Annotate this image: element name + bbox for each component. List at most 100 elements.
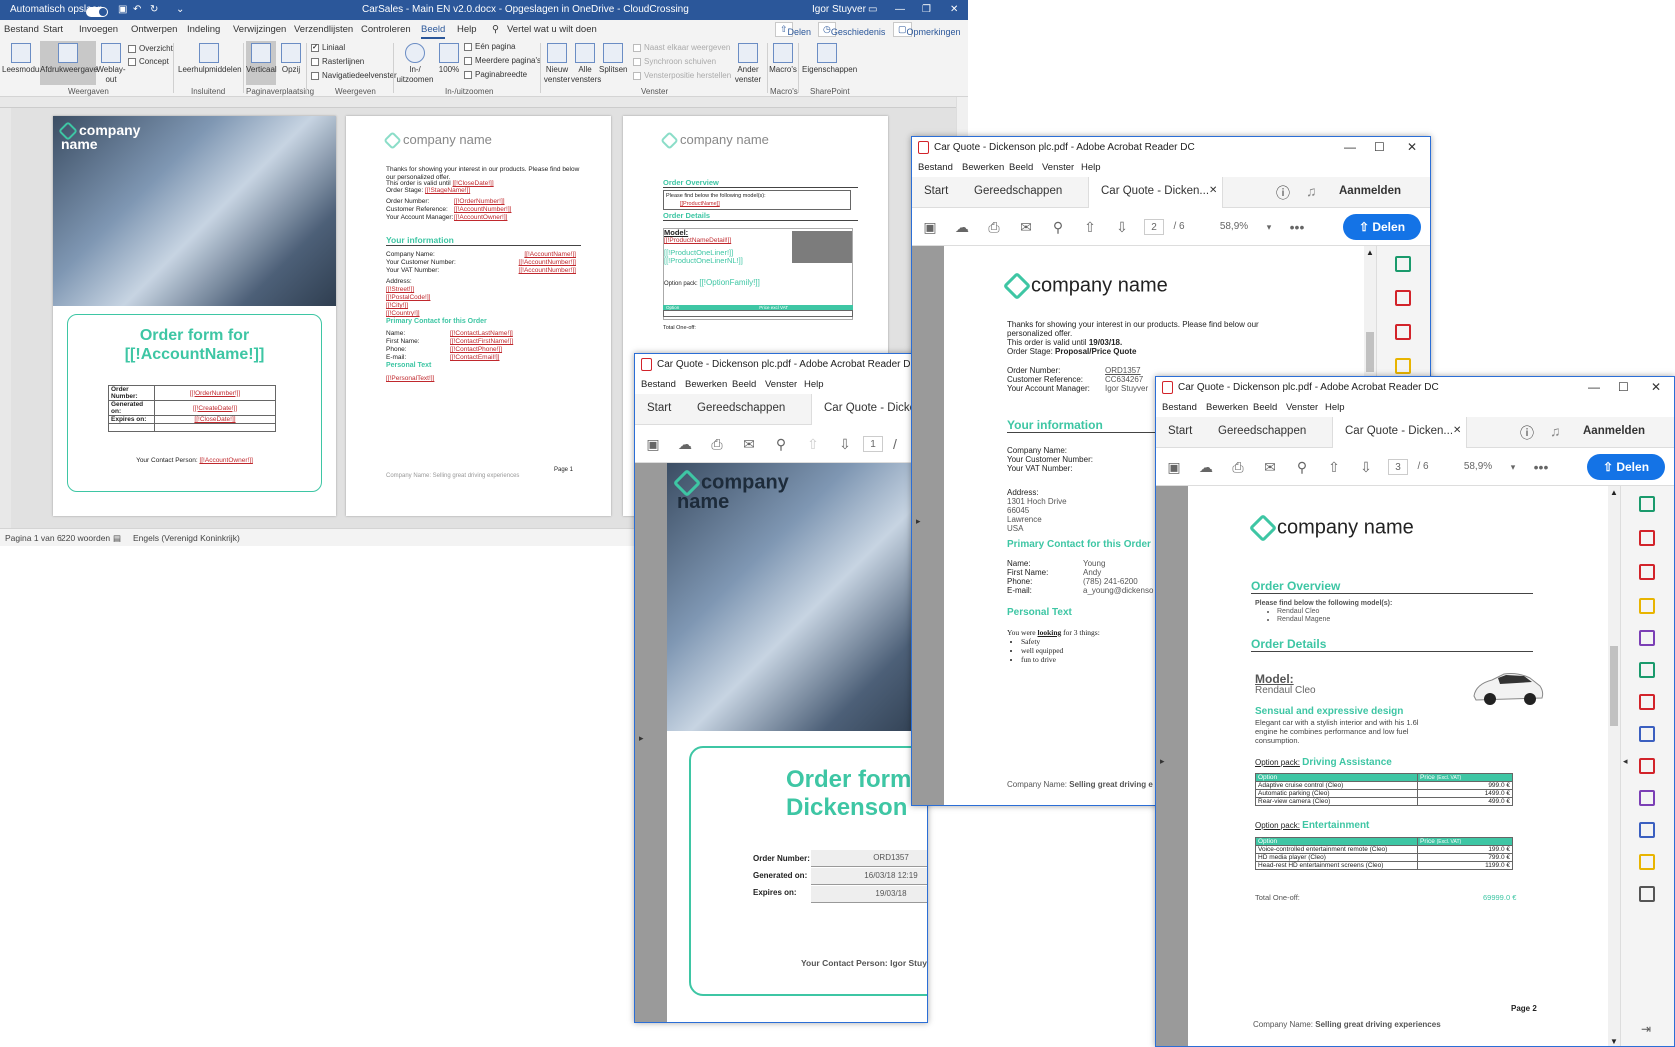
tab-tools[interactable]: Gereedschappen [974,185,1062,197]
upload-icon[interactable]: ☁ [1198,459,1214,475]
sign-in-button[interactable]: Aanmelden [1339,185,1401,197]
email-icon[interactable]: ✉ [741,436,757,452]
create-pdf-icon[interactable] [1395,290,1411,306]
share-button[interactable]: ⇧ Delen [1343,214,1421,240]
tab-tools[interactable]: Gereedschappen [1218,425,1306,437]
tab-beeld[interactable]: Beeld [421,24,446,39]
language[interactable]: Engels (Verenigd Koninkrijk) [133,533,240,543]
search-icon[interactable]: ⚲ [773,436,789,452]
print-icon[interactable]: ⎙ [986,219,1002,235]
tab-help[interactable]: Help [457,24,477,35]
search-icon[interactable]: ⚲ [1294,459,1310,475]
maximize-icon[interactable]: ☐ [1618,380,1629,394]
comment-icon[interactable] [1639,598,1655,614]
page-number-input[interactable]: 1 [863,436,883,452]
menu-help[interactable]: Help [1081,162,1101,173]
vertical-button[interactable]: Verticaal [246,41,277,85]
combine-files-icon[interactable] [1639,630,1655,646]
more-icon[interactable]: ••• [1289,219,1305,235]
bell-icon[interactable]: ♫ [1306,183,1317,199]
comments-button[interactable]: ▢ Opmerkingen [893,22,961,37]
menu-bestand[interactable]: Bestand [641,379,676,390]
tab-document[interactable]: Car Quote - Dicken... ✕ [1088,177,1223,208]
export-pdf-icon[interactable] [1639,496,1655,512]
export-pdf-icon[interactable] [1395,256,1411,272]
menu-beeld[interactable]: Beeld [1009,162,1033,173]
gridlines-checkbox[interactable]: Rasterlijnen [311,57,364,66]
rail-collapse-icon[interactable]: ◂ [1623,756,1628,767]
upload-icon[interactable]: ☁ [954,219,970,235]
menu-bewerken[interactable]: Bewerken [1206,402,1248,413]
page-number-input[interactable]: 3 [1388,459,1408,475]
zoom-button[interactable]: In-/uitzoomen [396,43,434,85]
menu-bewerken[interactable]: Bewerken [685,379,727,390]
proofing-icon[interactable]: ▤ [113,533,121,544]
navigation-pane-checkbox[interactable]: Navigatiedeelvenster [311,71,397,80]
acrobat3-scrollbar[interactable]: ▲ ▼ [1608,486,1620,1046]
menu-venster[interactable]: Venster [1042,162,1074,173]
edit-pdf-icon[interactable] [1639,662,1655,678]
menu-help[interactable]: Help [1325,402,1345,413]
compress-pdf-icon[interactable] [1639,758,1655,774]
tab-close-icon[interactable]: ✕ [1209,185,1217,196]
tab-close-icon[interactable]: ✕ [1453,425,1461,436]
organize-pages-icon[interactable] [1395,324,1411,340]
menu-bestand[interactable]: Bestand [1162,402,1197,413]
page-number-input[interactable]: 2 [1144,219,1164,235]
tab-invoegen[interactable]: Invoegen [79,24,118,35]
prev-page-icon[interactable]: ⇧ [1326,459,1342,475]
save-icon[interactable]: ▣ [645,436,661,452]
save-icon[interactable]: ▣ [922,219,938,235]
menu-bewerken[interactable]: Bewerken [962,162,1004,173]
send-for-review-icon[interactable] [1639,694,1655,710]
next-page-icon[interactable]: ⇩ [1358,459,1374,475]
properties-button[interactable]: Eigenschappen [802,43,857,75]
tab-tools[interactable]: Gereedschappen [697,402,785,414]
tab-start[interactable]: Start [647,402,671,414]
send-track-icon[interactable] [1639,854,1655,870]
next-page-icon[interactable]: ⇩ [1114,219,1130,235]
comment-icon[interactable] [1395,358,1411,374]
tab-start[interactable]: Start [1168,425,1192,437]
minimize-icon[interactable]: — [1344,140,1356,154]
zoom-dropdown-icon[interactable]: ▾ [1261,219,1277,235]
close-icon[interactable]: ✕ [1651,380,1661,394]
read-mode-button[interactable]: Leesmodus [2,43,43,75]
upload-icon[interactable]: ☁ [677,436,693,452]
one-page-button[interactable]: Eén pagina [464,42,515,51]
left-collapse-strip[interactable]: ▸ [912,246,944,805]
print-icon[interactable]: ⎙ [709,436,725,452]
word-count[interactable]: 220 woorden [61,533,110,543]
tab-controleren[interactable]: Controleren [361,24,411,35]
left-collapse-strip[interactable]: ▸ [635,463,667,1022]
minimize-icon[interactable]: — [895,4,905,15]
user-name[interactable]: Igor Stuyver [812,4,866,15]
outline-button[interactable]: Overzicht [128,44,173,53]
sync-scroll-button[interactable]: Synchroon schuiven [633,57,716,66]
share-button[interactable]: ⇧ Delen [775,22,811,37]
search-icon[interactable]: ⚲ [1050,219,1066,235]
view-side-by-side-button[interactable]: Naast elkaar weergeven [633,43,730,52]
next-page-icon[interactable]: ⇩ [837,436,853,452]
ribbon-options-icon[interactable]: ▭ [868,4,877,15]
left-collapse-strip[interactable]: ▸ [1156,486,1188,1046]
menu-venster[interactable]: Venster [1286,402,1318,413]
print-icon[interactable]: ⎙ [1230,459,1246,475]
prev-page-icon[interactable]: ⇧ [805,436,821,452]
ruler-checkbox[interactable]: ✓ Liniaal [311,43,345,52]
close-icon[interactable]: ✕ [1407,140,1417,154]
share-button[interactable]: ⇧ Delen [1587,454,1665,480]
split-button[interactable]: Splitsen [599,43,627,75]
email-icon[interactable]: ✉ [1262,459,1278,475]
zoom-100-button[interactable]: 100% [436,43,462,75]
zoom-select[interactable]: 58,9% [1451,459,1505,475]
menu-beeld[interactable]: Beeld [732,379,756,390]
zoom-dropdown-icon[interactable]: ▾ [1505,459,1521,475]
tab-document[interactable]: Car Quote - Dicken... ✕ [1332,417,1467,448]
learning-tools-button[interactable]: Leerhulpmiddelen [178,43,242,75]
rail-expand-icon[interactable]: ⇥ [1641,1022,1651,1036]
tab-ontwerpen[interactable]: Ontwerpen [131,24,177,35]
more-icon[interactable]: ••• [1533,459,1549,475]
help-icon[interactable]: ⓘ [1276,183,1290,203]
organize-pages-icon[interactable] [1639,564,1655,580]
